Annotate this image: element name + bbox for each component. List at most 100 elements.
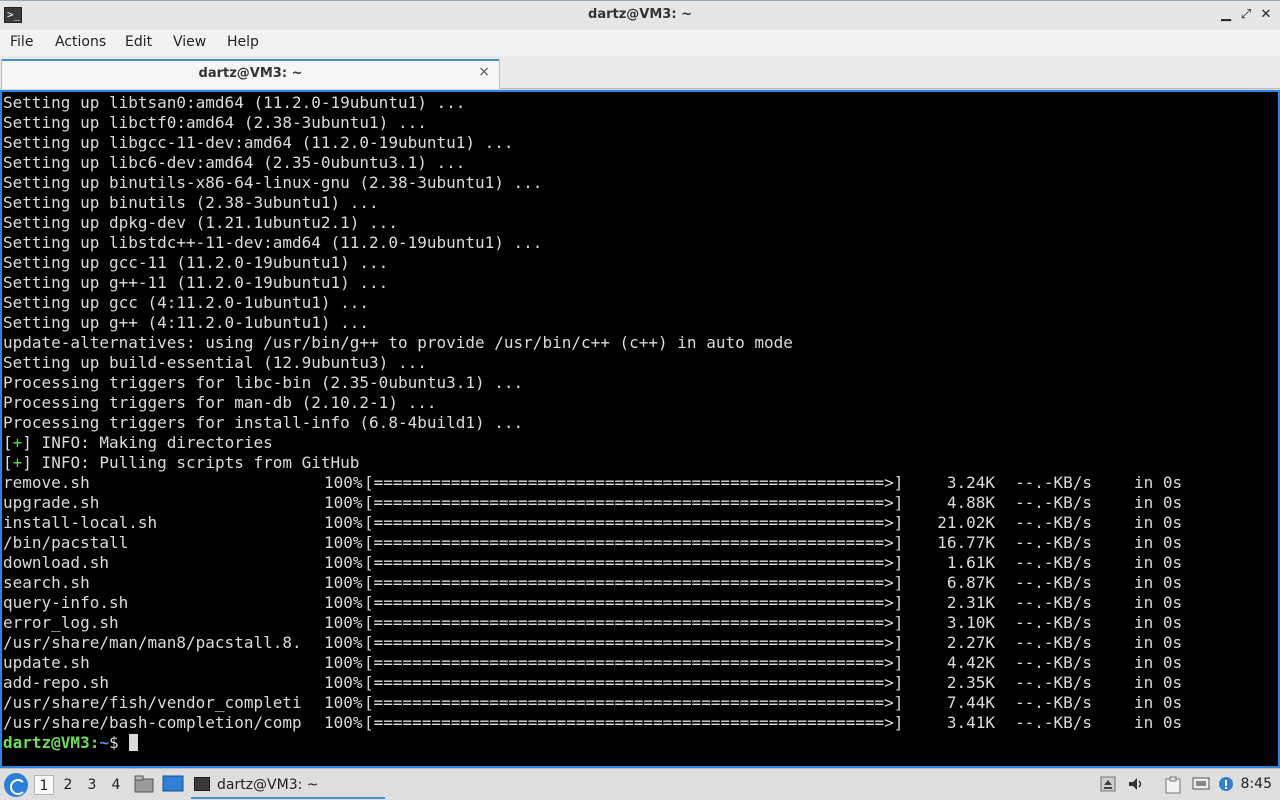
info-line: [+] INFO: Pulling scripts from GitHub (3, 453, 360, 472)
tab-label: dartz@VM3: ~ (198, 66, 303, 81)
file-manager-icon[interactable] (134, 775, 154, 793)
download-filename: query-info.sh (3, 593, 129, 612)
download-row: search.sh 100% [==========================… (3, 573, 1278, 593)
terminal-line: Setting up libctf0:amd64 (2.38-3ubuntu1)… (3, 113, 427, 132)
download-size: 7.44K (946, 693, 995, 712)
terminal-line: Setting up libgcc-11-dev:amd64 (11.2.0-1… (3, 133, 514, 152)
menu-actions[interactable]: Actions (55, 34, 106, 50)
download-filename: remove.sh (3, 473, 90, 492)
download-progress-bar: [=======================================… (364, 693, 904, 712)
download-percent: 100% (324, 533, 363, 552)
clock[interactable]: 8:45 (1241, 776, 1272, 792)
terminal-line: Setting up build-essential (12.9ubuntu3)… (3, 353, 427, 372)
desktop-3-button[interactable]: 3 (82, 775, 102, 795)
tab-terminal[interactable]: dartz@VM3: ~ × (1, 59, 500, 89)
download-speed: --.-KB/s (1015, 473, 1093, 492)
download-filename: download.sh (3, 553, 109, 572)
restore-button[interactable]: ⤢ (1238, 7, 1254, 23)
download-percent: 100% (324, 593, 363, 612)
terminal-line: Processing triggers for man-db (2.10.2-1… (3, 393, 437, 412)
download-progress-bar: [=======================================… (364, 613, 904, 632)
download-size: 3.24K (946, 473, 995, 492)
menu-view[interactable]: View (173, 34, 206, 50)
prompt-user: dartz@VM3 (3, 733, 90, 752)
download-time: in 0s (1134, 613, 1183, 632)
download-size: 3.10K (946, 613, 995, 632)
download-size: 2.31K (946, 593, 995, 612)
prompt-path: ~ (99, 733, 109, 752)
download-time: in 0s (1134, 713, 1183, 732)
menu-bar: File Actions Edit View Help (0, 30, 1280, 56)
download-row: error_log.sh 100% [=======================… (3, 613, 1278, 633)
show-desktop-icon[interactable] (162, 775, 184, 793)
download-row: /usr/share/bash-completion/comp 100% [====… (3, 713, 1278, 733)
notification-icon[interactable] (1218, 776, 1234, 792)
network-icon[interactable] (1192, 776, 1210, 792)
terminal-line: Processing triggers for libc-bin (2.35-0… (3, 373, 524, 392)
download-time: in 0s (1134, 473, 1183, 492)
download-size: 4.88K (946, 493, 995, 512)
menu-file[interactable]: File (10, 34, 33, 50)
window-title: dartz@VM3: ~ (588, 7, 692, 22)
terminal-line: Setting up g++ (4:11.2.0-1ubuntu1) ... (3, 313, 370, 332)
download-time: in 0s (1134, 493, 1183, 512)
start-menu-icon[interactable] (4, 773, 28, 797)
taskbar-terminal-button[interactable]: dartz@VM3: ~ (191, 772, 385, 799)
download-speed: --.-KB/s (1015, 553, 1093, 572)
download-time: in 0s (1134, 553, 1183, 572)
download-speed: --.-KB/s (1015, 653, 1093, 672)
download-time: in 0s (1134, 573, 1183, 592)
download-speed: --.-KB/s (1015, 693, 1093, 712)
download-progress-bar: [=======================================… (364, 553, 904, 572)
download-row: download.sh 100% [========================… (3, 553, 1278, 573)
download-speed: --.-KB/s (1015, 513, 1093, 532)
terminal-view[interactable]: Setting up libtsan0:amd64 (11.2.0-19ubun… (0, 90, 1280, 768)
terminal-line: Setting up gcc (4:11.2.0-1ubuntu1) ... (3, 293, 370, 312)
download-row: upgrade.sh 100% [=========================… (3, 493, 1278, 513)
desktop-1-button[interactable]: 1 (34, 775, 54, 795)
download-row: add-repo.sh 100% [========================… (3, 673, 1278, 693)
window-titlebar[interactable]: >_ dartz@VM3: ~ ▁ ⤢ ✕ (0, 0, 1280, 30)
download-filename: /usr/share/bash-completion/comp (3, 713, 302, 732)
download-filename: /usr/share/man/man8/pacstall.8. (3, 633, 302, 652)
download-size: 3.41K (946, 713, 995, 732)
download-time: in 0s (1134, 693, 1183, 712)
download-filename: /usr/share/fish/vendor_completi (3, 693, 302, 712)
terminal-line: Setting up libc6-dev:amd64 (2.35-0ubuntu… (3, 153, 466, 172)
download-speed: --.-KB/s (1015, 633, 1093, 652)
minimize-button[interactable]: ▁ (1218, 7, 1234, 23)
download-size: 6.87K (946, 573, 995, 592)
download-row: query-info.sh 100% [======================… (3, 593, 1278, 613)
download-progress-bar: [=======================================… (364, 633, 904, 652)
terminal-line: Setting up binutils-x86-64-linux-gnu (2.… (3, 173, 543, 192)
prompt-line[interactable]: dartz@VM3:~$ (3, 733, 1278, 753)
tab-close-icon[interactable]: × (478, 64, 490, 80)
desktop-2-button[interactable]: 2 (58, 775, 78, 795)
download-progress-bar: [=======================================… (364, 513, 904, 532)
download-filename: upgrade.sh (3, 493, 100, 512)
download-row: remove.sh 100% [==========================… (3, 473, 1278, 493)
close-window-button[interactable]: ✕ (1258, 7, 1274, 23)
download-speed: --.-KB/s (1015, 573, 1093, 592)
menu-edit[interactable]: Edit (125, 34, 152, 50)
download-speed: --.-KB/s (1015, 673, 1093, 692)
desktop-4-button[interactable]: 4 (106, 775, 126, 795)
task-label: dartz@VM3: ~ (217, 777, 319, 793)
download-progress-bar: [=======================================… (364, 573, 904, 592)
download-size: 4.42K (946, 653, 995, 672)
terminal-line: Setting up g++-11 (11.2.0-19ubuntu1) ... (3, 273, 389, 292)
download-row: install-local.sh 100% [===================… (3, 513, 1278, 533)
download-speed: --.-KB/s (1015, 713, 1093, 732)
download-percent: 100% (324, 613, 363, 632)
eject-icon[interactable] (1100, 776, 1116, 792)
prompt-symbol: $ (108, 733, 129, 752)
download-percent: 100% (324, 653, 363, 672)
clipboard-icon[interactable] (1164, 776, 1181, 794)
download-progress-bar: [=======================================… (364, 533, 904, 552)
download-filename: add-repo.sh (3, 673, 109, 692)
download-size: 1.61K (946, 553, 995, 572)
volume-icon[interactable] (1128, 776, 1144, 792)
taskbar: 1 2 3 4 dartz@VM3: ~ 8:45 (0, 768, 1280, 800)
download-speed: --.-KB/s (1015, 493, 1093, 512)
menu-help[interactable]: Help (227, 34, 259, 50)
